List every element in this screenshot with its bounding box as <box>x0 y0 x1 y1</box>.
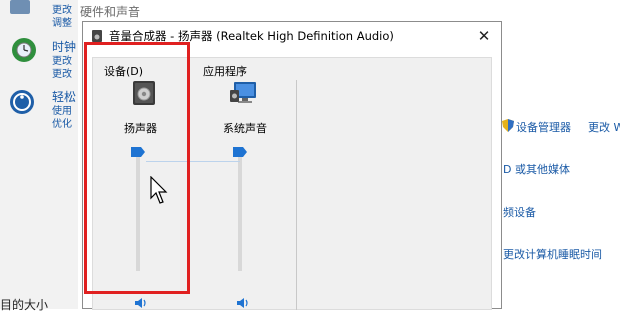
system-sounds-mute-icon[interactable] <box>236 297 250 309</box>
cd-media-link[interactable]: D 或其他媒体 <box>503 161 570 177</box>
audio-devices-link[interactable]: 频设备 <box>503 204 536 220</box>
sleep-time-link[interactable]: 更改计算机睡眠时间 <box>503 246 602 262</box>
speaker-small-icon <box>92 30 102 42</box>
left-item-1-line-2[interactable]: 调整 <box>52 14 72 29</box>
highlight-box <box>84 42 190 294</box>
left-item-2-line-2[interactable]: 更改 <box>52 65 72 80</box>
bottom-partial-text: 目的大小 <box>0 298 49 312</box>
change-w-link[interactable]: 更改 W <box>588 119 620 135</box>
app-group-label: 应用程序 <box>203 65 247 78</box>
left-item-3-line-2[interactable]: 优化 <box>52 115 72 130</box>
close-button[interactable]: ✕ <box>473 25 495 47</box>
group-divider <box>296 80 297 310</box>
ease-of-access-icon <box>10 90 34 114</box>
system-sounds-label: 系统声音 <box>223 122 267 135</box>
shield-icon <box>502 119 514 132</box>
mouse-cursor-icon <box>150 176 168 204</box>
clock-globe-icon <box>12 38 36 62</box>
control-panel-title: 硬件和声音 <box>80 5 141 19</box>
system-sounds-icon[interactable] <box>230 80 258 106</box>
system-sounds-slider-thumb[interactable] <box>233 147 247 157</box>
speaker-mute-icon[interactable] <box>134 297 148 309</box>
system-sounds-slider-track <box>238 153 242 271</box>
device-manager-link[interactable]: 设备管理器 <box>516 119 571 135</box>
system-sounds-volume-slider[interactable] <box>233 147 247 307</box>
